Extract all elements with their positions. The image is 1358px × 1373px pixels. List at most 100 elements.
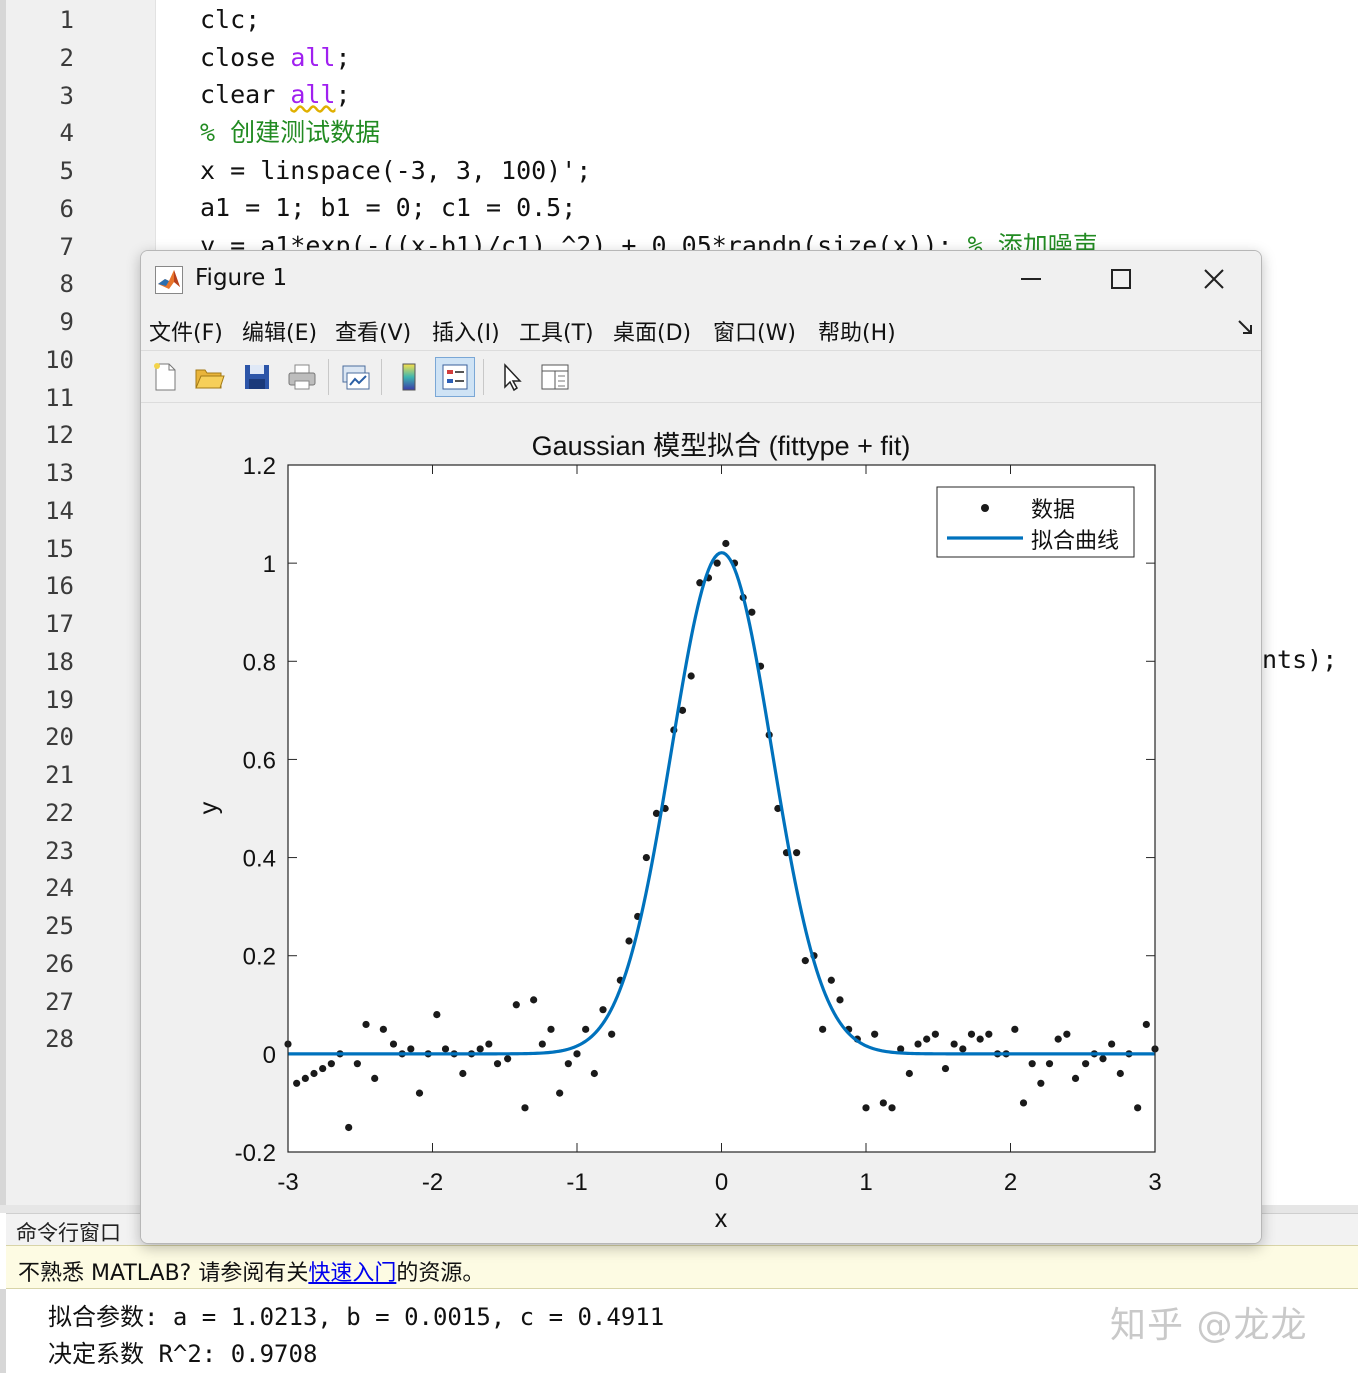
y-tick-label: 0.6 bbox=[243, 747, 276, 774]
data-point bbox=[914, 1040, 922, 1048]
code-line-3[interactable]: clear all; bbox=[200, 80, 351, 110]
data-point bbox=[1108, 1040, 1116, 1048]
y-tick-label: 1.2 bbox=[243, 453, 276, 480]
legend-label-data: 数据 bbox=[1031, 498, 1075, 523]
matlab-logo-icon bbox=[155, 266, 183, 294]
open-file-icon[interactable] bbox=[189, 357, 229, 397]
y-tick-label: 1 bbox=[263, 551, 276, 578]
line-number: 10 bbox=[45, 345, 74, 374]
plot-area[interactable]: -3 -2 -1 0 1 2 3 -0.2 0 0.2 0.4 0.6 0.8 1 1.2 Gaussian… bbox=[141, 403, 1261, 1244]
code-line-1[interactable]: clc; bbox=[200, 5, 260, 35]
data-point bbox=[1071, 1074, 1080, 1082]
code-line-5[interactable]: x = linspace(-3, 3, 100)'; bbox=[200, 156, 591, 186]
gaussian-fit-chart[interactable]: -3 -2 -1 0 1 2 3 -0.2 0 0.2 0.4 0.6 0.8 1 1.2 Gaussian… bbox=[141, 403, 1261, 1244]
close-icon bbox=[1204, 269, 1224, 289]
data-point bbox=[319, 1064, 327, 1073]
menu-tools[interactable]: 工具(T) bbox=[519, 315, 594, 347]
line-number: 23 bbox=[45, 836, 74, 865]
data-point bbox=[1054, 1035, 1062, 1043]
line-number: 26 bbox=[45, 949, 74, 978]
data-point bbox=[362, 1020, 370, 1029]
data-point bbox=[582, 1025, 590, 1033]
data-point bbox=[407, 1045, 415, 1053]
line-number: 22 bbox=[45, 798, 74, 827]
save-icon[interactable] bbox=[237, 357, 277, 397]
data-point bbox=[1134, 1104, 1142, 1112]
code-line-2[interactable]: close all; bbox=[200, 43, 351, 73]
line-number: 9 bbox=[59, 308, 74, 336]
line-number: 27 bbox=[45, 987, 74, 1016]
data-point bbox=[547, 1025, 555, 1033]
quick-start-link[interactable]: 快速入门 bbox=[308, 1261, 396, 1286]
data-point bbox=[1011, 1025, 1019, 1033]
data-point bbox=[608, 1030, 616, 1038]
notice-text: 不熟悉 MATLAB? 请参阅有关 bbox=[18, 1261, 309, 1286]
data-point bbox=[836, 996, 844, 1004]
line-number: 25 bbox=[45, 912, 74, 940]
menu-edit[interactable]: 编辑(E) bbox=[242, 315, 317, 347]
colorbar-icon[interactable] bbox=[389, 357, 429, 397]
line-number: 28 bbox=[45, 1025, 74, 1054]
data-point bbox=[985, 1030, 993, 1038]
output-line-1: 拟合参数: a = 1.0213, b = 0.0015, c = 0.4911 bbox=[48, 1303, 665, 1331]
data-point bbox=[642, 853, 650, 862]
line-number: 14 bbox=[45, 496, 74, 525]
line-number: 2 bbox=[59, 43, 74, 72]
maximize-button[interactable] bbox=[1091, 259, 1151, 299]
close-button[interactable] bbox=[1184, 259, 1244, 299]
link-plot-icon[interactable] bbox=[335, 357, 375, 397]
legend-icon[interactable] bbox=[435, 357, 475, 397]
data-point bbox=[1116, 1069, 1124, 1078]
x-tick-label: -3 bbox=[277, 1169, 298, 1196]
menu-help[interactable]: 帮助(H) bbox=[818, 315, 896, 347]
line-number: 8 bbox=[59, 270, 74, 299]
new-figure-icon[interactable] bbox=[145, 357, 185, 397]
data-point bbox=[564, 1060, 572, 1068]
minimize-button[interactable] bbox=[1001, 259, 1061, 299]
data-point bbox=[485, 1040, 493, 1048]
menu-file[interactable]: 文件(F) bbox=[149, 315, 223, 347]
line-number: 12 bbox=[45, 421, 74, 450]
data-point bbox=[345, 1123, 353, 1132]
minimize-icon bbox=[1021, 278, 1041, 280]
menu-desktop[interactable]: 桌面(D) bbox=[613, 315, 691, 347]
data-point bbox=[459, 1069, 467, 1078]
line-number: 19 bbox=[45, 685, 74, 714]
figure-window[interactable]: Figure 1 文件(F) 编辑(E) 查看(V) 插入(I) 工具(T) 桌… bbox=[140, 250, 1262, 1244]
line-number: 11 bbox=[45, 383, 74, 412]
menu-view[interactable]: 查看(V) bbox=[335, 315, 411, 347]
line-number: 13 bbox=[45, 459, 74, 487]
output-line-2: 决定系数 R^2: 0.9708 bbox=[48, 1340, 318, 1368]
data-point bbox=[530, 996, 538, 1004]
y-tick-label: 0.2 bbox=[243, 944, 276, 971]
code-line-6[interactable]: a1 = 1; b1 = 0; c1 = 0.5; bbox=[200, 193, 576, 223]
code-line-4[interactable]: % 创建测试数据 bbox=[200, 118, 380, 148]
data-point bbox=[293, 1079, 301, 1087]
menu-window[interactable]: 窗口(W) bbox=[713, 315, 796, 347]
x-tick-label: 2 bbox=[1004, 1169, 1017, 1196]
dock-arrow-icon[interactable] bbox=[1237, 319, 1253, 339]
menu-insert[interactable]: 插入(I) bbox=[432, 315, 500, 347]
data-point bbox=[931, 1030, 939, 1038]
data-point bbox=[538, 1040, 546, 1048]
line-number: 5 bbox=[59, 157, 74, 185]
toolbar-separator bbox=[328, 359, 329, 395]
line-number: 15 bbox=[45, 534, 74, 563]
line-number: 21 bbox=[45, 761, 74, 789]
figure-title-bar[interactable]: Figure 1 bbox=[141, 251, 1261, 307]
edit-plot-icon[interactable] bbox=[491, 357, 531, 397]
x-tick-label: 0 bbox=[715, 1169, 728, 1196]
chart-title: Gaussian 模型拟合 (fittype + fit) bbox=[532, 431, 911, 461]
code-line-18-tail[interactable]: nts); bbox=[1262, 645, 1337, 674]
figure-menu-bar: 文件(F) 编辑(E) 查看(V) 插入(I) 工具(T) 桌面(D) 窗口(W… bbox=[141, 307, 1261, 351]
print-icon[interactable] bbox=[282, 357, 322, 397]
y-tick-label: 0 bbox=[263, 1042, 276, 1069]
line-number: 20 bbox=[45, 723, 74, 752]
data-point bbox=[976, 1035, 984, 1043]
x-tick-label: -2 bbox=[422, 1169, 443, 1196]
x-tick-label: 3 bbox=[1148, 1169, 1161, 1196]
chart-legend[interactable]: 数据 拟合曲线 bbox=[936, 486, 1135, 558]
data-point bbox=[1142, 1020, 1150, 1029]
property-inspector-icon[interactable] bbox=[535, 357, 575, 397]
data-point bbox=[888, 1104, 896, 1112]
